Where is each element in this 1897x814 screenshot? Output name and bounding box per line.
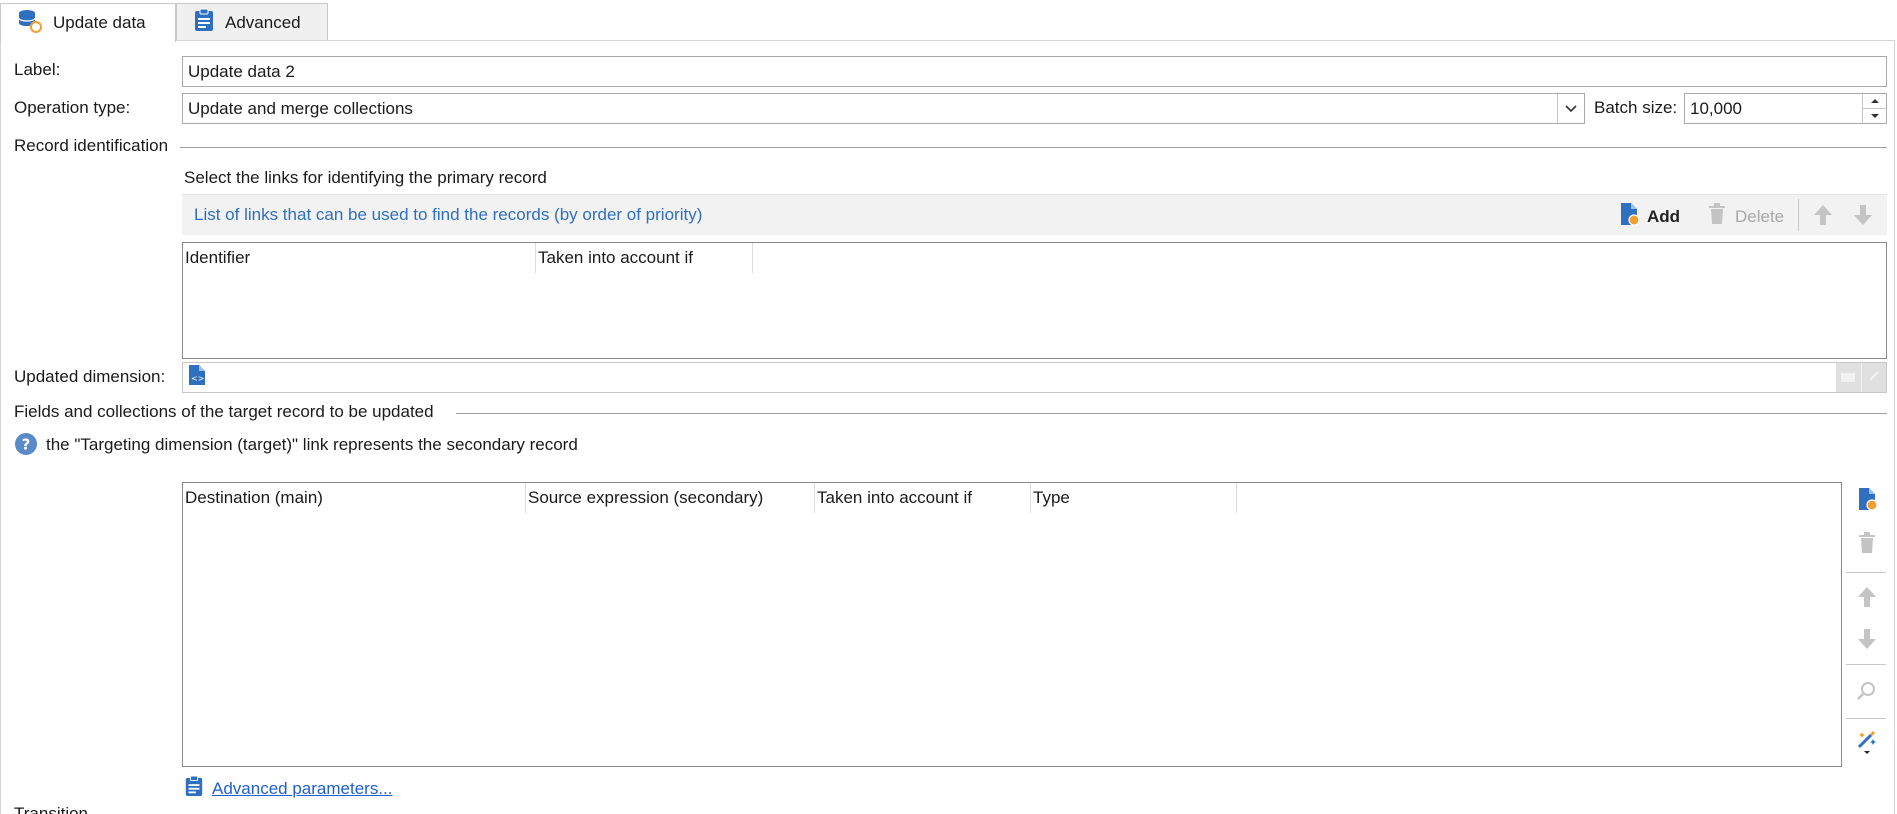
advanced-parameters-link[interactable]: Advanced parameters... bbox=[184, 774, 392, 803]
column-header-source-expression[interactable]: Source expression (secondary) bbox=[526, 483, 815, 513]
add-field-button[interactable] bbox=[1850, 484, 1884, 518]
svg-text:<>: <> bbox=[191, 374, 204, 383]
updated-dimension-input[interactable]: <> bbox=[182, 362, 1887, 393]
svg-text:?: ? bbox=[22, 436, 31, 454]
links-list-toolbar: List of links that can be used to find t… bbox=[182, 194, 1887, 235]
label-caption: Label: bbox=[14, 60, 61, 79]
column-header-destination[interactable]: Destination (main) bbox=[183, 483, 526, 513]
advanced-parameters-label[interactable]: Advanced parameters... bbox=[212, 779, 392, 799]
move-down-field-button[interactable] bbox=[1850, 624, 1884, 658]
column-header-type[interactable]: Type bbox=[1031, 483, 1237, 513]
links-list-title: List of links that can be used to find t… bbox=[194, 205, 703, 224]
operation-type-select[interactable]: Update and merge collections bbox=[182, 93, 1585, 124]
dimension-edit-button[interactable] bbox=[1862, 363, 1887, 392]
delete-link-button[interactable]: Delete bbox=[1707, 202, 1784, 231]
move-up-link-button[interactable] bbox=[1812, 203, 1834, 232]
label-input[interactable]: Update data 2 bbox=[182, 56, 1887, 87]
arrow-down-icon bbox=[1856, 627, 1878, 656]
transition-label: Transition bbox=[14, 804, 89, 814]
column-header-taken-into-account[interactable]: Taken into account if bbox=[536, 243, 753, 273]
delete-field-button[interactable] bbox=[1850, 528, 1884, 562]
dropdown-button[interactable] bbox=[1557, 94, 1584, 123]
wizard-field-button[interactable] bbox=[1850, 726, 1884, 760]
link-icon bbox=[1867, 368, 1881, 388]
trash-icon bbox=[1707, 202, 1727, 231]
tab-update-data[interactable]: Update data bbox=[0, 3, 176, 42]
clipboard-icon bbox=[184, 774, 204, 803]
arrow-up-icon bbox=[1856, 585, 1878, 614]
search-icon bbox=[1856, 680, 1878, 707]
side-separator bbox=[1846, 718, 1886, 719]
tab-bar: Update data Advanced bbox=[0, 0, 1897, 42]
tab-advanced-label: Advanced bbox=[225, 12, 301, 32]
add-document-icon bbox=[1619, 202, 1640, 231]
batch-size-value: 10,000 bbox=[1690, 98, 1742, 118]
arrow-down-icon bbox=[1852, 205, 1874, 231]
record-identification-title: Record identification bbox=[14, 136, 169, 155]
updated-dimension-caption: Updated dimension: bbox=[14, 367, 166, 386]
search-field-button[interactable] bbox=[1850, 676, 1884, 710]
toolbar-separator bbox=[1798, 199, 1799, 231]
operation-type-value: Update and merge collections bbox=[188, 98, 413, 118]
links-grid[interactable]: Identifier Taken into account if bbox=[182, 242, 1887, 359]
fields-info-text: the "Targeting dimension (target)" link … bbox=[46, 435, 578, 454]
spin-down-icon[interactable] bbox=[1863, 109, 1886, 123]
tab-advanced[interactable]: Advanced bbox=[176, 3, 328, 41]
database-sync-icon bbox=[17, 8, 43, 39]
chevron-down-icon bbox=[1564, 99, 1578, 119]
column-header-identifier[interactable]: Identifier bbox=[183, 243, 536, 273]
add-link-label: Add bbox=[1647, 206, 1681, 226]
fields-collections-title: Fields and collections of the target rec… bbox=[14, 402, 434, 421]
batch-size-spinner[interactable] bbox=[1862, 94, 1886, 123]
batch-size-caption: Batch size: bbox=[1594, 98, 1678, 117]
side-separator bbox=[1846, 664, 1886, 665]
magic-wand-icon bbox=[1855, 727, 1879, 760]
add-document-icon bbox=[1857, 487, 1878, 516]
section-divider-fields bbox=[456, 413, 1887, 414]
operation-type-caption: Operation type: bbox=[14, 98, 131, 117]
dimension-browse-button[interactable] bbox=[1836, 363, 1862, 392]
spin-up-icon[interactable] bbox=[1863, 94, 1886, 109]
folder-icon bbox=[1840, 368, 1856, 388]
tab-update-data-label: Update data bbox=[53, 13, 146, 32]
trash-icon bbox=[1857, 531, 1877, 560]
clipboard-icon bbox=[193, 8, 215, 37]
fields-grid[interactable]: Destination (main) Source expression (se… bbox=[182, 482, 1842, 767]
section-divider bbox=[180, 147, 1887, 148]
delete-link-label: Delete bbox=[1735, 206, 1785, 226]
move-down-link-button[interactable] bbox=[1852, 203, 1874, 232]
batch-size-input[interactable]: 10,000 bbox=[1684, 93, 1887, 124]
side-separator bbox=[1846, 572, 1886, 573]
dimension-buttons bbox=[1836, 363, 1886, 392]
schema-document-icon: <> bbox=[188, 364, 206, 391]
label-input-value: Update data 2 bbox=[188, 61, 295, 81]
move-up-field-button[interactable] bbox=[1850, 582, 1884, 616]
help-icon: ? bbox=[14, 432, 38, 461]
column-header-condition[interactable]: Taken into account if bbox=[815, 483, 1031, 513]
record-identification-instruction: Select the links for identifying the pri… bbox=[184, 168, 547, 187]
arrow-up-icon bbox=[1812, 205, 1834, 231]
add-link-button[interactable]: Add bbox=[1619, 202, 1680, 231]
